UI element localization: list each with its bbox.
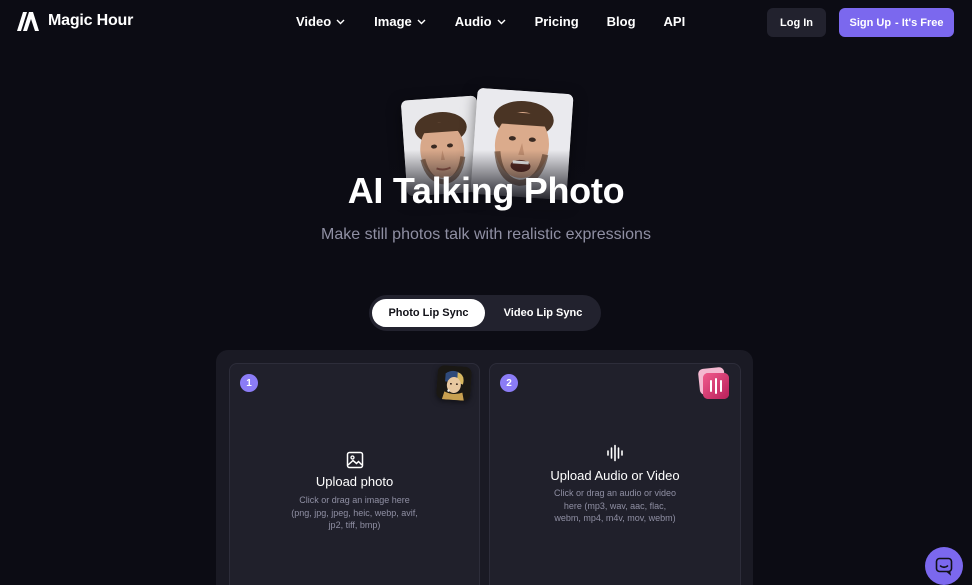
brand-logo[interactable]: Magic Hour bbox=[16, 10, 133, 32]
chevron-down-icon bbox=[497, 19, 506, 24]
upload-audio-title: Upload Audio or Video bbox=[550, 468, 680, 483]
signup-suffix: - It's Free bbox=[895, 16, 944, 29]
step-badge: 1 bbox=[240, 374, 258, 392]
nav-item-label: Video bbox=[296, 14, 332, 29]
nav-item-api[interactable]: API bbox=[664, 14, 686, 29]
page-subtitle: Make still photos talk with realistic ex… bbox=[321, 226, 651, 243]
page-title: AI Talking Photo bbox=[347, 170, 625, 211]
audio-file-thumbnail bbox=[697, 367, 731, 401]
nav-item-audio[interactable]: Audio bbox=[455, 14, 506, 29]
image-icon bbox=[346, 451, 364, 469]
step-badge: 2 bbox=[500, 374, 518, 392]
upload-audio-description: Click or drag an audio or video here (mp… bbox=[553, 488, 677, 523]
nav-item-pricing[interactable]: Pricing bbox=[535, 14, 579, 29]
chevron-down-icon bbox=[336, 19, 345, 24]
nav-item-image[interactable]: Image bbox=[374, 14, 426, 29]
audio-file-icon bbox=[698, 367, 729, 399]
nav-item-label: Pricing bbox=[534, 14, 579, 29]
brand-name: Magic Hour bbox=[48, 12, 134, 29]
upload-photo-description: Click or drag an image here (png, jpg, j… bbox=[291, 495, 418, 530]
chat-widget-button[interactable] bbox=[925, 547, 963, 585]
lip-sync-mode-toggle: Photo Lip Sync Video Lip Sync bbox=[369, 295, 601, 331]
signup-button[interactable]: Sign Up - It's Free bbox=[839, 8, 954, 37]
top-navbar: Magic Hour Video Image Audio Pricing Blo… bbox=[0, 0, 972, 44]
nav-item-video[interactable]: Video bbox=[296, 14, 345, 29]
painting-thumbnail bbox=[435, 364, 473, 402]
nav-item-label: Blog bbox=[606, 14, 636, 29]
nav-item-label: API bbox=[663, 14, 686, 29]
nav-item-blog[interactable]: Blog bbox=[607, 14, 636, 29]
audio-waveform-icon bbox=[607, 444, 623, 462]
upload-photo-title: Upload photo bbox=[315, 474, 394, 489]
tab-video-lip-sync[interactable]: Video Lip Sync bbox=[489, 299, 597, 327]
tab-photo-lip-sync[interactable]: Photo Lip Sync bbox=[372, 299, 485, 327]
nav-item-label: Audio bbox=[454, 14, 492, 29]
signup-label: Sign Up bbox=[849, 16, 892, 29]
chevron-down-icon bbox=[417, 19, 426, 24]
nav-item-label: Image bbox=[374, 14, 412, 29]
painting-image bbox=[435, 364, 473, 402]
login-button[interactable]: Log In bbox=[767, 8, 826, 37]
chat-bubble-icon bbox=[935, 557, 953, 576]
nav-links: Video Image Audio Pricing Blog API bbox=[296, 14, 685, 29]
magic-hour-logo-icon bbox=[17, 12, 39, 31]
